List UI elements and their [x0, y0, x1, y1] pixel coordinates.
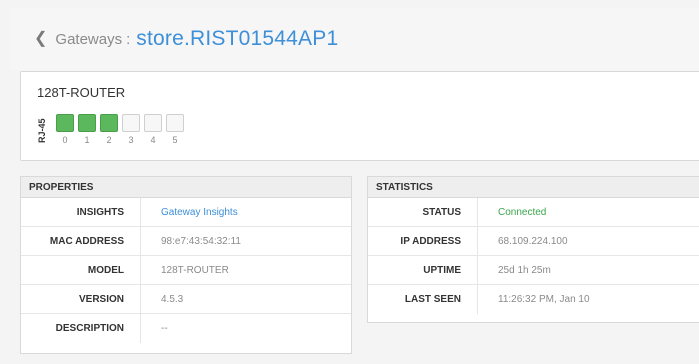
table-row: MODEL 128T-ROUTER — [21, 256, 351, 285]
breadcrumb-separator: : — [126, 30, 131, 48]
port-number: 5 — [172, 135, 178, 145]
interface-label: RJ-45 — [37, 118, 47, 144]
page-title: store.RIST01544AP1 — [136, 27, 339, 50]
port-2[interactable]: 2 — [100, 114, 118, 145]
property-value: -- — [161, 323, 168, 334]
property-key: DESCRIPTION — [21, 314, 141, 343]
table-row: IP ADDRESS 68.109.224.100 — [368, 227, 699, 256]
breadcrumb-gateways[interactable]: Gateways — [55, 31, 122, 48]
port-indicator[interactable] — [100, 114, 118, 132]
port-number: 4 — [150, 135, 156, 145]
port-list: 0 1 2 3 4 5 — [56, 114, 184, 145]
statistic-value: 11:26:32 PM, Jan 10 — [498, 294, 590, 305]
property-value: 98:e7:43:54:32:11 — [161, 235, 241, 247]
port-number: 2 — [106, 135, 112, 145]
port-5[interactable]: 5 — [166, 114, 184, 145]
property-value: 4.5.3 — [161, 293, 184, 305]
port-indicator[interactable] — [166, 114, 184, 132]
table-row: VERSION 4.5.3 — [21, 285, 351, 314]
gateway-insights-link[interactable]: Gateway Insights — [141, 207, 238, 218]
port-indicator[interactable] — [122, 114, 140, 132]
port-number: 1 — [84, 135, 90, 145]
chevron-left-icon[interactable]: ❮ — [34, 31, 47, 47]
table-row: STATUS Connected — [368, 198, 699, 227]
statistic-key: STATUS — [368, 198, 478, 226]
property-key: MAC ADDRESS — [21, 227, 141, 255]
table-row: UPTIME 25d 1h 25m — [368, 256, 699, 285]
port-0[interactable]: 0 — [56, 114, 74, 145]
statistic-value: 68.109.224.100 — [498, 235, 568, 247]
property-key: VERSION — [21, 285, 141, 313]
table-row: LAST SEEN 11:26:32 PM, Jan 10 — [368, 285, 699, 314]
router-title: 128T-ROUTER — [37, 85, 126, 100]
property-key: MODEL — [21, 256, 141, 284]
table-row: DESCRIPTION -- — [21, 314, 351, 343]
port-indicator[interactable] — [56, 114, 74, 132]
page-header: ❮ Gateways : store.RIST01544AP1 — [10, 8, 699, 70]
port-indicator[interactable] — [78, 114, 96, 132]
port-3[interactable]: 3 — [122, 114, 140, 145]
port-indicator[interactable] — [144, 114, 162, 132]
statistic-value: 25d 1h 25m — [498, 264, 551, 276]
statistic-key: LAST SEEN — [368, 285, 478, 314]
port-1[interactable]: 1 — [78, 114, 96, 145]
statistics-title: STATISTICS — [368, 177, 699, 198]
statistic-key: UPTIME — [368, 256, 478, 284]
table-row: INSIGHTS Gateway Insights — [21, 198, 351, 227]
properties-panel: PROPERTIES INSIGHTS Gateway Insights MAC… — [20, 176, 352, 354]
port-number: 0 — [62, 135, 68, 145]
port-4[interactable]: 4 — [144, 114, 162, 145]
property-key: INSIGHTS — [21, 198, 141, 226]
port-number: 3 — [128, 135, 134, 145]
property-value: 128T-ROUTER — [161, 264, 229, 276]
properties-title: PROPERTIES — [21, 177, 351, 198]
statistic-key: IP ADDRESS — [368, 227, 478, 255]
statistics-panel: STATISTICS STATUS Connected IP ADDRESS 6… — [367, 176, 699, 323]
status-badge: Connected — [498, 206, 547, 218]
table-row: MAC ADDRESS 98:e7:43:54:32:11 — [21, 227, 351, 256]
